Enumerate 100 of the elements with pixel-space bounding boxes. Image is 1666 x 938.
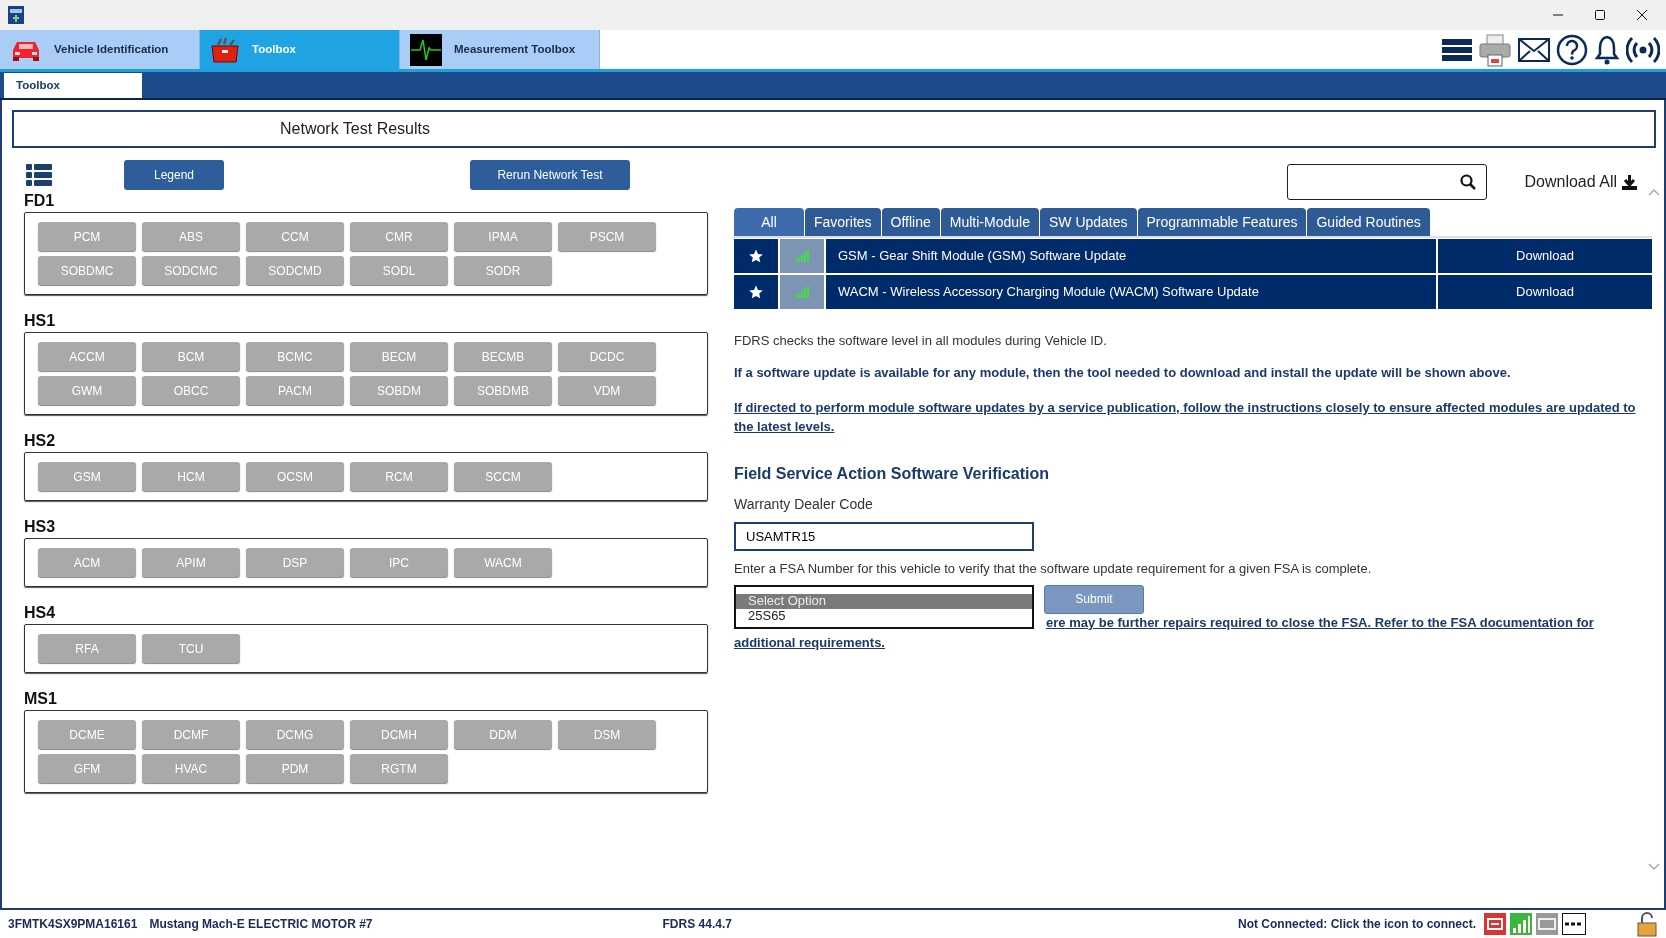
module-button[interactable]: PSCM [558,222,656,251]
bell-icon[interactable] [1594,33,1620,66]
page-title: Network Test Results [12,110,1656,148]
network-label: HS1 [24,313,57,329]
module-button[interactable]: DDM [454,720,552,749]
module-button[interactable]: RFA [38,634,136,663]
filter-tab[interactable]: SW Updates [1039,208,1137,236]
signal-icon[interactable] [1510,913,1532,935]
module-button[interactable]: ABS [142,222,240,251]
search-icon[interactable] [1459,174,1476,190]
module-button[interactable]: SODCMC [142,256,240,285]
dashes-icon[interactable] [1562,913,1586,935]
module-button[interactable]: DSP [246,548,344,577]
search-field[interactable] [1286,164,1487,200]
info-text: If a software update is available for any module, then the tool needed to download and install the update will be shown above. [734,363,1512,382]
module-button[interactable]: SODL [350,256,448,285]
module-button[interactable]: PACM [246,376,344,405]
signal-bars-icon [795,250,809,262]
module-button[interactable]: APIM [142,548,240,577]
option-list[interactable]: Select Option 25S65 [734,584,1034,629]
download-link[interactable]: Download [1438,275,1652,309]
module-button[interactable]: DCMG [246,720,344,749]
module-button[interactable]: DCDC [558,342,656,371]
module-button[interactable]: SOBDMC [38,256,136,285]
sub-tab[interactable]: Toolbox [4,73,142,98]
connector-icon[interactable] [1484,913,1506,935]
close-icon[interactable] [1636,9,1648,21]
network-label: MS1 [24,691,58,707]
module-button[interactable]: GWM [38,376,136,405]
filter-tab[interactable]: All [734,208,804,236]
module-button[interactable]: GSM [38,462,136,491]
module-button[interactable]: BCM [142,342,240,371]
module-button[interactable]: OCSM [246,462,344,491]
module-button[interactable]: GFM [38,754,136,783]
mail-icon[interactable] [1518,37,1550,62]
module-button[interactable]: SODR [454,256,552,285]
wireless-icon[interactable] [1626,34,1660,65]
filter-tab[interactable]: Guided Routines [1307,208,1430,236]
module-button[interactable]: RCM [350,462,448,491]
list-view-icon[interactable] [26,164,52,186]
module-button[interactable]: DCMF [142,720,240,749]
module-button[interactable]: RGTM [350,754,448,783]
network-label: HS2 [24,433,57,449]
module-button[interactable]: DCME [38,720,136,749]
legend-button[interactable]: Legend [124,160,224,190]
module-button[interactable]: BECM [350,342,448,371]
app-tab[interactable]: Toolbox [200,30,400,69]
download-icon[interactable] [1621,173,1638,191]
module-button[interactable]: VDM [558,376,656,405]
module-button[interactable]: CMR [350,222,448,251]
module-button[interactable]: IPC [350,548,448,577]
network-label: FD1 [24,193,56,209]
rerun-network-test-button[interactable]: Rerun Network Test [470,160,630,190]
signal-bars-icon [795,286,809,298]
maximize-icon[interactable] [1594,9,1606,21]
module-button[interactable]: PCM [38,222,136,251]
app-tab[interactable]: Measurement Toolbox [400,30,600,69]
fsa-note-link[interactable]: ere may be further repairs required to close the FSA. Refer to the FSA documentation for [1046,614,1594,630]
filter-tab[interactable]: Multi-Module [940,208,1039,236]
fsa-note-link[interactable]: additional requirements. [734,634,885,650]
star-icon[interactable] [749,285,763,299]
filter-tab[interactable]: Programmable Features [1137,208,1307,236]
connection-status: Not Connected: Click the icon to connect. [1238,916,1476,933]
module-button[interactable]: SOBDM [350,376,448,405]
lock-icon[interactable] [1636,911,1658,937]
module-button[interactable]: HCM [142,462,240,491]
module-button[interactable]: SODCMD [246,256,344,285]
module-button[interactable]: CCM [246,222,344,251]
module-button[interactable]: SCCM [454,462,552,491]
menu-icon[interactable] [1442,37,1472,62]
module-button[interactable]: DSM [558,720,656,749]
filter-tab[interactable]: Favorites [805,208,881,236]
info-text: FDRS checks the software level in all modules during Vehicle ID. [734,332,1108,350]
printer-icon[interactable] [1478,32,1512,67]
module-button[interactable]: OBCC [142,376,240,405]
module-button[interactable]: TCU [142,634,240,663]
module-button[interactable]: SOBDMB [454,376,552,405]
toolbox-icon [210,36,240,63]
help-icon[interactable] [1556,33,1588,66]
module-button[interactable]: ACM [38,548,136,577]
dealer-code-field[interactable]: USAMTR15 [734,522,1034,551]
module-button[interactable]: BCMC [246,342,344,371]
section-heading: Field Service Action Software Verification [734,464,1051,484]
submit-button[interactable]: Submit [1044,584,1144,614]
download-all-link[interactable]: Download All [1524,170,1617,194]
filter-tab[interactable]: Offline [881,208,940,236]
download-link[interactable]: Download [1438,239,1652,273]
module-button[interactable]: BECMB [454,342,552,371]
star-icon[interactable] [749,249,763,263]
module-button[interactable]: DCMH [350,720,448,749]
module-button[interactable]: PDM [246,754,344,783]
app-logo-icon [8,6,24,24]
list-option[interactable]: 25S65 [736,608,1032,624]
module-button[interactable]: WACM [454,548,552,577]
module-button[interactable]: IPMA [454,222,552,251]
app-tab[interactable]: Vehicle Identification [0,30,200,69]
list-option[interactable]: Select Option [736,593,1032,609]
module-button[interactable]: ACCM [38,342,136,371]
module-button[interactable]: HVAC [142,754,240,783]
instructions-link[interactable]: If directed to perform module software updates by a service publication, follow the instructions closely to ensure affected modules are updated to the latest levels. [734,398,1652,436]
